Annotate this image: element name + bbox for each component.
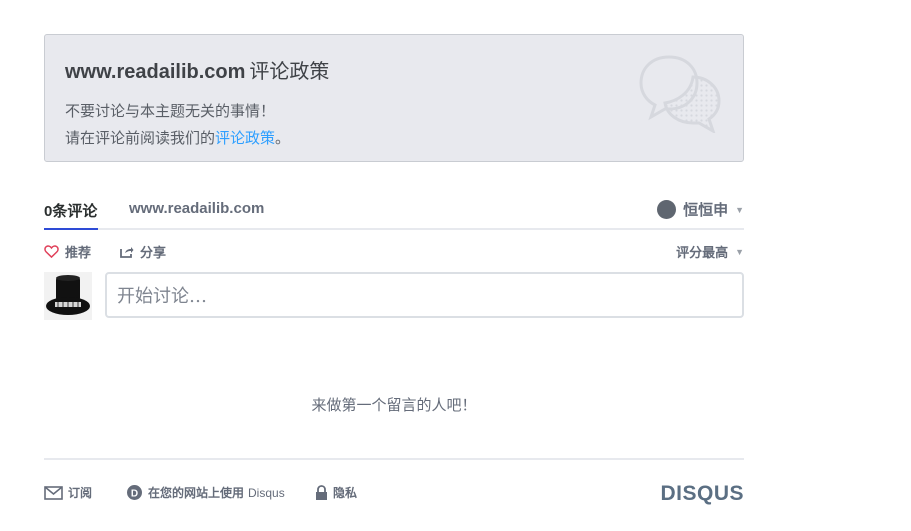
policy-title: www.readailib.com 评论政策 (65, 55, 723, 84)
recommend-label: 推荐 (65, 245, 92, 260)
sort-dropdown[interactable]: 评分最高 ▼ (676, 242, 744, 261)
use-disqus-brand: Disqus (248, 485, 285, 500)
chevron-down-icon: ▼ (735, 246, 744, 257)
heart-icon (44, 245, 59, 258)
disqus-thread: www.readailib.com 评论政策 不要讨论与本主题无关的事情！ 请在评… (44, 34, 744, 505)
disqus-logo[interactable]: DISQUS (660, 482, 744, 506)
thread-toolbar: 推荐 分享 评分最高 ▼ (44, 230, 744, 266)
policy-line-2-prefix: 请在评论前阅读我们的 (65, 130, 216, 147)
comment-policy-box: www.readailib.com 评论政策 不要讨论与本主题无关的事情！ 请在评… (44, 34, 744, 162)
comment-input[interactable]: 开始讨论… (105, 272, 744, 318)
empty-thread-message: 来做第一个留言的人吧！ (311, 397, 477, 414)
lock-icon (315, 484, 328, 501)
envelope-icon (44, 485, 63, 500)
chevron-down-icon: ▼ (735, 204, 744, 215)
policy-line-1: 不要讨论与本主题无关的事情！ (65, 103, 276, 120)
policy-line-2-suffix: 。 (275, 130, 291, 147)
privacy-link[interactable]: 隐私 (315, 484, 357, 501)
recommend-button[interactable]: 推荐 (44, 242, 91, 261)
svg-text:D: D (131, 488, 138, 499)
policy-line-2: 请在评论前阅读我们的评论政策。 (65, 125, 723, 152)
sort-label: 评分最高 (676, 245, 729, 260)
avatar[interactable] (44, 272, 92, 320)
user-avatar-icon (657, 200, 677, 219)
speech-bubbles-icon (639, 53, 723, 138)
subscribe-button[interactable]: 订阅 (44, 484, 92, 501)
policy-site: www.readailib.com (65, 61, 246, 83)
policy-title-suffix: 评论政策 (249, 59, 330, 83)
disqus-d-icon: D (126, 484, 143, 501)
privacy-label: 隐私 (333, 486, 358, 500)
use-disqus-label: 在您的网站上使用 (148, 486, 245, 500)
thread-nav: 0条评论 www.readailib.com 恒恒申 ▼ (44, 198, 744, 230)
user-menu[interactable]: 恒恒申 ▼ (657, 199, 744, 220)
share-icon (120, 245, 134, 258)
share-label: 分享 (140, 245, 167, 260)
subscribe-label: 订阅 (68, 486, 93, 500)
comment-composer: 开始讨论… (44, 272, 744, 322)
user-name: 恒恒申 (683, 202, 729, 219)
thread-footer: 订阅 D 在您的网站上使用 Disqus 隐私 DISQUS (44, 458, 744, 530)
tab-site[interactable]: www.readailib.com (129, 200, 264, 217)
tab-comments[interactable]: 0条评论 (44, 200, 97, 221)
use-disqus-link[interactable]: D 在您的网站上使用 Disqus (126, 484, 285, 501)
policy-link[interactable]: 评论政策 (215, 130, 275, 147)
share-button[interactable]: 分享 (120, 242, 166, 261)
